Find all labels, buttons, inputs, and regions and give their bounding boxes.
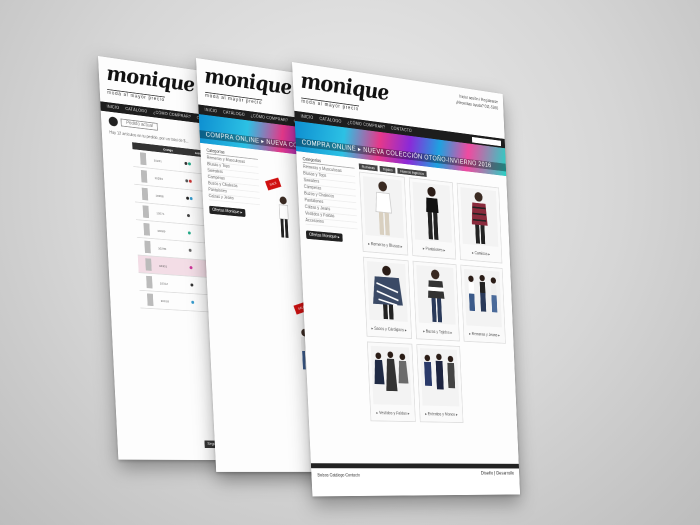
footer-credit: Diseño | Desarrollo — [480, 471, 515, 477]
product-thumbnail — [146, 293, 154, 307]
shopping-bag-icon — [108, 116, 119, 127]
tab-remeras[interactable]: Remeras — [358, 163, 378, 172]
nav-item-inicio[interactable]: INICIO — [300, 114, 313, 121]
tab-tejidos[interactable]: Tejidos — [379, 165, 396, 174]
product-thumbnail — [144, 258, 152, 271]
product-caption: ▸ Camisas ▸ — [471, 250, 491, 258]
brand-tagline: moda al mayor precio — [107, 89, 165, 103]
product-caption: ▸ Vestidos y Faldas ▸ — [376, 410, 410, 417]
offers-button[interactable]: Ofertas Monique ▸ — [305, 230, 343, 242]
product-thumbnail — [139, 152, 147, 166]
product-photo — [420, 348, 460, 407]
product-thumbnail — [141, 187, 148, 201]
product-card[interactable]: ▸ Remeras y Jeans ▸ — [460, 264, 506, 344]
nav-item-inicio[interactable]: INICIO — [106, 104, 119, 110]
product-photo — [370, 345, 412, 406]
row-code: 10312 — [158, 274, 191, 294]
nav-item-catalogo[interactable]: CATÁLOGO — [223, 110, 245, 118]
category-sidebar: Categorías Remeras y Musculosas Blusas y… — [302, 156, 358, 244]
row-code: 10301 — [157, 256, 190, 277]
product-caption: ▸ Pantalones ▸ — [422, 246, 446, 254]
product-thumbnail — [145, 275, 153, 289]
product-caption: ▸ Remeras y Jeans ▸ — [469, 331, 500, 339]
product-card[interactable]: ▸ Sacos y Cárdigans ▸ — [363, 256, 413, 339]
product-card[interactable]: ▸ Buzos y Tejidos ▸ — [412, 260, 460, 342]
product-photo — [362, 176, 404, 239]
product-thumbnail — [143, 222, 150, 236]
product-caption: ▸ Sacos y Cárdigans ▸ — [371, 326, 407, 334]
row-code: 10318 — [159, 291, 192, 311]
catalog-page-mockup: monique moda al mayor precio Iniciar ses… — [292, 62, 521, 497]
nav-item-inicio[interactable]: INICIO — [204, 108, 217, 114]
product-card[interactable]: ▸ Camisas ▸ — [456, 182, 503, 264]
product-photo — [460, 187, 499, 247]
product-caption: ▸ Buzos y Tejidos ▸ — [423, 329, 453, 336]
nav-item-contacto[interactable]: CONTACTO — [391, 126, 412, 134]
product-card[interactable]: ▸ Remeras y Blusas ▸ — [359, 171, 409, 256]
product-caption: ▸ Remeras y Blusas ▸ — [367, 241, 403, 250]
brand-tagline: moda al mayor precio — [205, 91, 263, 106]
sale-badge: SALE — [264, 177, 282, 191]
product-thumbnail — [144, 240, 151, 254]
category-sidebar: Categorías Remeras y Musculosas Blusas y… — [206, 148, 261, 219]
product-card[interactable]: ▸ Pantalones ▸ — [408, 177, 457, 260]
product-photo — [366, 261, 408, 322]
product-card[interactable]: ▸ Vestidos y Faldas ▸ — [366, 341, 416, 423]
product-grid: ▸ Remeras y Blusas ▸ ▸ Pantalones ▸ ▸ Ca… — [359, 171, 509, 424]
product-photo — [463, 268, 502, 328]
product-thumbnail — [140, 169, 148, 183]
product-photo — [416, 265, 456, 325]
brand-tagline: moda al mayor precio — [301, 97, 360, 113]
offers-button[interactable]: Ofertas Monique ▸ — [209, 205, 246, 218]
product-caption: ▸ Enteritos y Monos ▸ — [425, 411, 458, 418]
page-footer: Bolsos Catálogo Contacto Diseño | Desarr… — [310, 463, 521, 497]
product-photo — [412, 181, 453, 243]
cart-title: Pedido actual — [120, 118, 159, 131]
model-photo[interactable] — [272, 193, 295, 241]
product-thumbnail — [142, 205, 149, 219]
nav-item-catalogo[interactable]: CATÁLOGO — [319, 117, 341, 125]
product-card[interactable]: ▸ Enteritos y Monos ▸ — [416, 343, 464, 423]
nav-item-catalogo[interactable]: CATÁLOGO — [125, 107, 147, 114]
mockup-stage: monique moda al mayor precio Iniciar ses… — [0, 0, 700, 525]
